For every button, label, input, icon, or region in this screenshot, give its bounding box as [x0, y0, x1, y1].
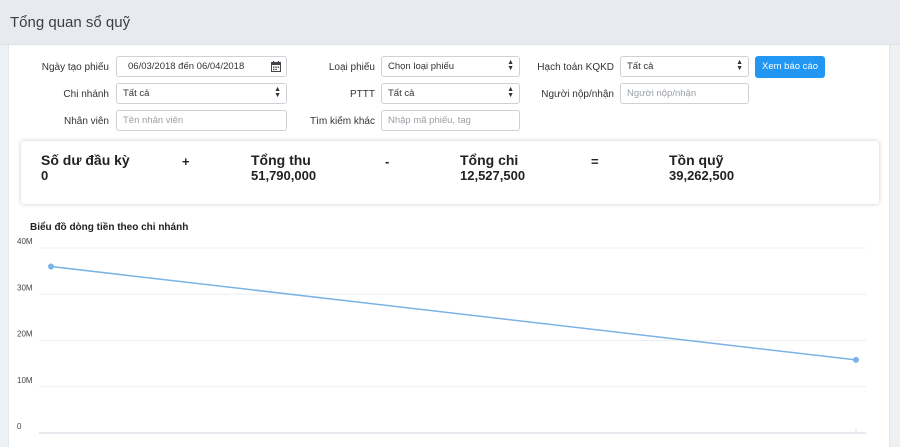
total-expense: Tổng chi 12,527,500: [460, 152, 526, 184]
select-arrows-icon: ▲ ▼: [274, 86, 281, 99]
accounting-select[interactable]: Tất cả ▲ ▼: [620, 56, 749, 77]
branch-select[interactable]: Tất cả ▲ ▼: [116, 83, 287, 104]
branch-label: Chi nhánh: [63, 89, 109, 100]
chart-title: Biểu đồ dòng tiền theo chi nhánh: [30, 222, 189, 233]
series-line: [50, 265, 857, 361]
opening-balance-value: 0: [41, 168, 49, 183]
other-search-label: Tìm kiếm khác: [309, 116, 375, 127]
voucher-type-label: Loại phiếu: [328, 62, 375, 73]
calendar-icon: [271, 61, 281, 72]
plus-operator: +: [182, 154, 190, 169]
payment-method-select[interactable]: Tất cả ▲ ▼: [381, 83, 520, 104]
total-income-value: 51,790,000: [251, 168, 317, 183]
total-expense-value: 12,527,500: [460, 168, 526, 183]
fund-balance: Tồn quỹ 39,262,500: [669, 152, 735, 184]
employee-label: Nhân viên: [63, 116, 109, 127]
minus-operator: -: [385, 154, 390, 169]
report-panel: Ngày tạo phiếu 06/03/2018 đến 06/04/2018…: [8, 45, 890, 447]
y-tick-label: 40M: [17, 237, 33, 246]
data-point: [853, 356, 859, 363]
other-search-input[interactable]: [381, 110, 520, 131]
payment-method-label: PTTT: [350, 89, 375, 100]
y-tick-label: 20M: [17, 330, 33, 339]
fund-balance-label: Tồn quỹ: [669, 152, 724, 168]
view-report-button[interactable]: Xem báo cáo: [755, 56, 825, 78]
voucher-type-select[interactable]: Chọn loại phiếu ▲ ▼: [381, 56, 520, 77]
accounting-label: Hạch toán KQKD: [537, 62, 614, 73]
page-header: Tổng quan sổ quỹ: [0, 0, 900, 45]
branch-value: Tất cả: [123, 88, 150, 99]
total-expense-label: Tổng chi: [460, 152, 519, 168]
created-date-picker[interactable]: 06/03/2018 đến 06/04/2018: [116, 56, 287, 77]
fund-balance-value: 39,262,500: [669, 168, 735, 183]
employee-input[interactable]: [116, 110, 287, 131]
total-income: Tổng thu 51,790,000: [251, 152, 317, 184]
select-arrows-icon: ▲ ▼: [507, 59, 514, 72]
data-point: [48, 263, 54, 270]
cashflow-line-chart: 0 10M 20M 30M 40M: [17, 237, 866, 434]
equals-operator: =: [591, 154, 599, 169]
page-title: Tổng quan sổ quỹ: [10, 14, 131, 31]
select-arrows-icon: ▲ ▼: [507, 86, 514, 99]
y-tick-label: 0: [17, 422, 22, 431]
accounting-value: Tất cả: [627, 61, 654, 72]
created-date-label: Ngày tạo phiếu: [41, 62, 109, 73]
opening-balance-label: Số dư đầu kỳ: [41, 152, 130, 168]
summary-card: Số dư đầu kỳ 0 + Tổng thu 51,790,000 - T…: [21, 141, 879, 204]
y-tick-label: 30M: [17, 283, 33, 292]
voucher-type-value: Chọn loại phiếu: [388, 61, 455, 72]
y-tick-label: 10M: [17, 376, 33, 385]
payer-label: Người nộp/nhận: [541, 89, 614, 100]
payer-input[interactable]: [620, 83, 749, 104]
select-arrows-icon: ▲ ▼: [736, 59, 743, 72]
payment-method-value: Tất cả: [388, 88, 415, 99]
created-date-value: 06/03/2018 đến 06/04/2018: [128, 61, 245, 72]
total-income-label: Tổng thu: [251, 152, 311, 168]
opening-balance: Số dư đầu kỳ 0: [41, 152, 130, 184]
